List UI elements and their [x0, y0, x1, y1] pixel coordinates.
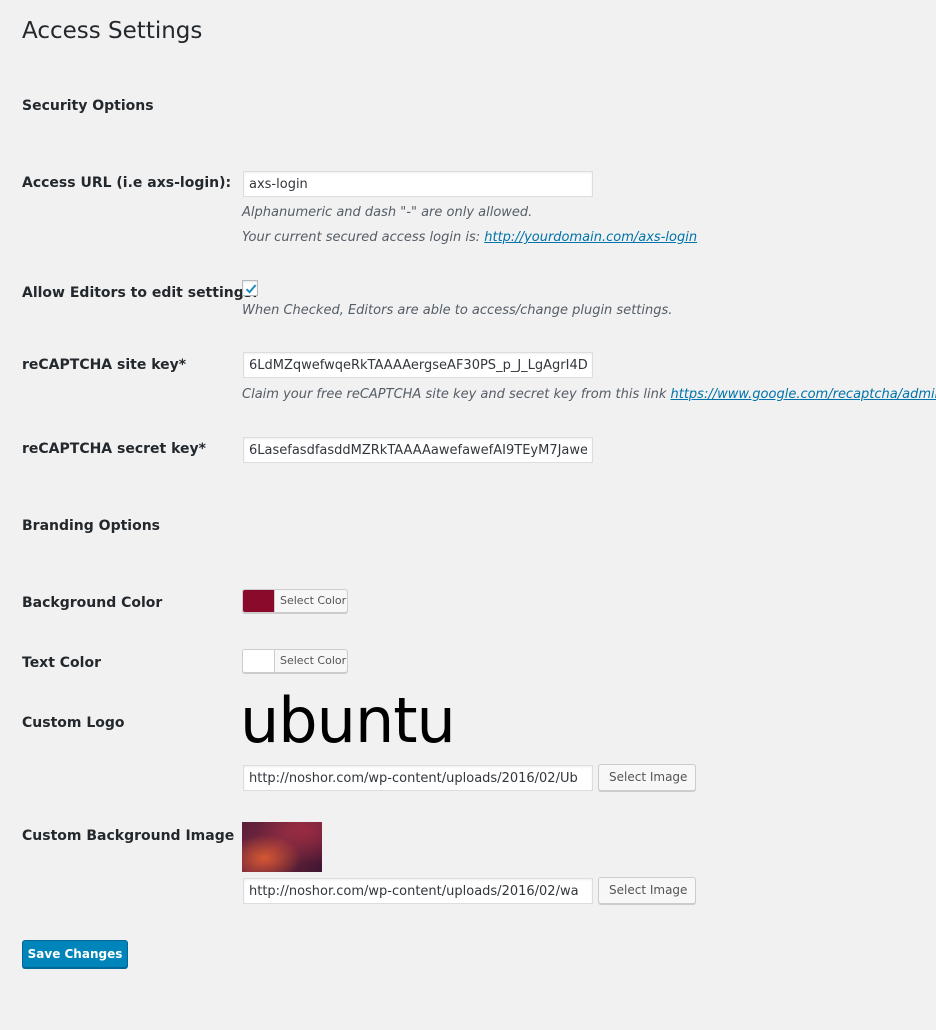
secret-key-input[interactable] — [243, 437, 593, 463]
access-url-input[interactable] — [243, 171, 593, 197]
current-access-login-link[interactable]: http://yourdomain.com/axs-login — [484, 230, 697, 245]
site-key-help-prefix: Claim your free reCAPTCHA site key and s… — [242, 387, 671, 402]
custom-logo-url-input[interactable] — [243, 765, 593, 791]
secret-key-label: reCAPTCHA secret key* — [22, 441, 206, 457]
background-color-swatch — [243, 590, 275, 612]
background-color-picker-label: Select Color — [280, 594, 347, 607]
save-changes-button[interactable]: Save Changes — [22, 940, 128, 968]
current-access-login-prefix: Your current secured access login is: — [242, 230, 485, 245]
allow-editors-help: When Checked, Editors are able to access… — [242, 303, 673, 318]
custom-background-url-input[interactable] — [243, 878, 593, 904]
text-color-swatch — [243, 650, 275, 672]
page-title: Access Settings — [22, 18, 203, 44]
site-key-input[interactable] — [243, 352, 593, 378]
select-logo-image-button[interactable]: Select Image — [598, 764, 696, 791]
text-color-picker-label: Select Color — [280, 654, 347, 667]
allow-editors-checkbox[interactable] — [242, 280, 258, 296]
custom-background-preview — [242, 822, 322, 872]
site-key-label: reCAPTCHA site key* — [22, 357, 187, 373]
background-color-picker-button[interactable]: Select Color — [242, 589, 348, 613]
custom-logo-label: Custom Logo — [22, 715, 125, 731]
text-color-label: Text Color — [22, 655, 101, 671]
branding-options-heading: Branding Options — [22, 518, 161, 534]
allow-editors-label: Allow Editors to edit settings: — [22, 285, 258, 301]
settings-page: Access Settings Security Options Access … — [0, 0, 936, 1030]
security-options-heading: Security Options — [22, 98, 154, 114]
custom-logo-preview: ubuntu — [240, 684, 456, 757]
select-background-image-button[interactable]: Select Image — [598, 877, 696, 904]
site-key-help: Claim your free reCAPTCHA site key and s… — [242, 387, 936, 402]
checkmark-icon — [245, 284, 257, 294]
text-color-picker-button[interactable]: Select Color — [242, 649, 348, 673]
recaptcha-admin-link[interactable]: https://www.google.com/recaptcha/admin — [671, 387, 936, 402]
access-url-label: Access URL (i.e axs-login): — [22, 175, 232, 191]
current-access-login-text: Your current secured access login is: ht… — [242, 230, 697, 245]
custom-background-label: Custom Background Image — [22, 828, 235, 844]
access-url-help: Alphanumeric and dash "-" are only allow… — [242, 205, 533, 220]
background-color-label: Background Color — [22, 595, 163, 611]
